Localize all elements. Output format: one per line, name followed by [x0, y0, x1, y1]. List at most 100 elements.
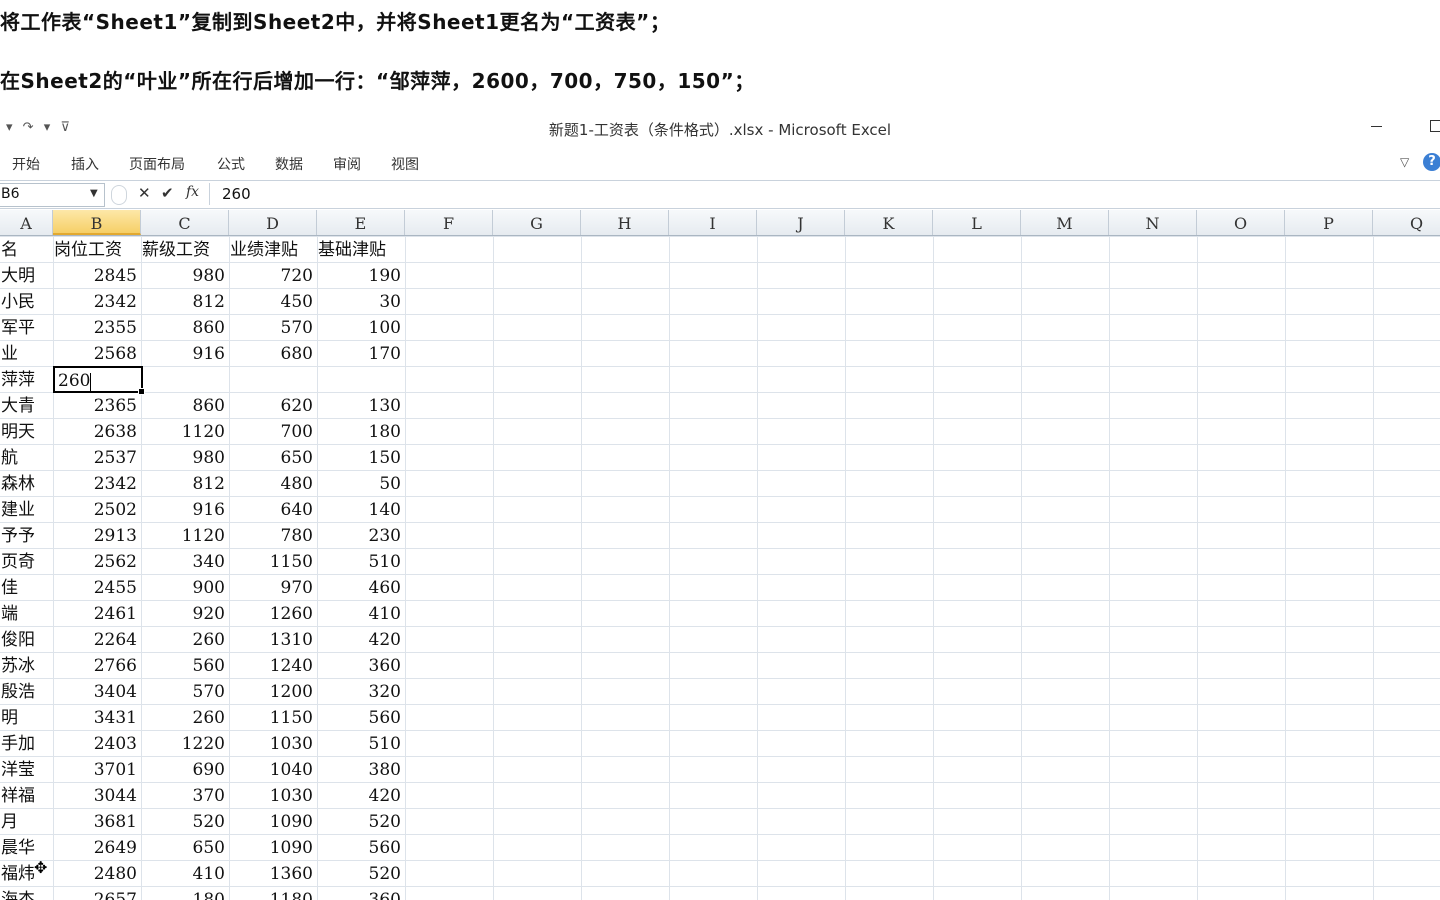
- cell-c-17[interactable]: 560: [141, 652, 229, 678]
- tab-insert[interactable]: 插入: [71, 154, 99, 174]
- cell-a-24[interactable]: 晨华: [0, 834, 53, 860]
- cell-b-13[interactable]: 2562: [53, 548, 141, 574]
- cell-b-10[interactable]: 2342: [53, 470, 141, 496]
- cell-a-15[interactable]: 端: [0, 600, 53, 626]
- cell-e-13[interactable]: 510: [317, 548, 405, 574]
- cell-a-12[interactable]: 予予: [0, 522, 53, 548]
- cell-b-5[interactable]: 2568: [53, 340, 141, 366]
- cell-d-1[interactable]: 业绩津贴: [229, 236, 317, 262]
- cell-e-14[interactable]: 460: [317, 574, 405, 600]
- column-header-l[interactable]: L: [933, 210, 1021, 235]
- cell-e-10[interactable]: 50: [317, 470, 405, 496]
- cell-a-14[interactable]: 佳: [0, 574, 53, 600]
- cell-a-23[interactable]: 月: [0, 808, 53, 834]
- cell-d-16[interactable]: 1310: [229, 626, 317, 652]
- cell-b-22[interactable]: 3044: [53, 782, 141, 808]
- cell-a-8[interactable]: 明天: [0, 418, 53, 444]
- column-header-p[interactable]: P: [1285, 210, 1373, 235]
- cell-a-2[interactable]: 大明: [0, 262, 53, 288]
- cell-b-15[interactable]: 2461: [53, 600, 141, 626]
- cell-d-17[interactable]: 1240: [229, 652, 317, 678]
- column-header-d[interactable]: D: [229, 210, 317, 235]
- column-header-m[interactable]: M: [1021, 210, 1109, 235]
- cell-b-26[interactable]: 2657: [53, 886, 141, 900]
- cell-b-16[interactable]: 2264: [53, 626, 141, 652]
- cell-c-13[interactable]: 340: [141, 548, 229, 574]
- cell-b-12[interactable]: 2913: [53, 522, 141, 548]
- cell-e-19[interactable]: 560: [317, 704, 405, 730]
- spreadsheet-grid[interactable]: 名岗位工资 薪级工资 业绩津贴 基础津贴 大明 2845 980 720 190 小民 2342 81…: [0, 236, 1440, 900]
- name-box[interactable]: B6 ▼: [0, 183, 105, 207]
- cell-a-3[interactable]: 小民: [0, 288, 53, 314]
- cell-a-7[interactable]: 大青: [0, 392, 53, 418]
- cell-c-23[interactable]: 520: [141, 808, 229, 834]
- help-icon[interactable]: ?: [1423, 153, 1440, 171]
- cell-b-11[interactable]: 2502: [53, 496, 141, 522]
- enter-check-icon[interactable]: ✔: [161, 184, 174, 202]
- cell-d-21[interactable]: 1040: [229, 756, 317, 782]
- active-cell[interactable]: 260: [53, 366, 145, 395]
- column-header-k[interactable]: K: [845, 210, 933, 235]
- minimize-button[interactable]: [1366, 112, 1388, 142]
- cell-b-2[interactable]: 2845: [53, 262, 141, 288]
- cell-d-12[interactable]: 780: [229, 522, 317, 548]
- cell-a-19[interactable]: 明: [0, 704, 53, 730]
- cell-d-22[interactable]: 1030: [229, 782, 317, 808]
- cell-c-20[interactable]: 1220: [141, 730, 229, 756]
- column-header-h[interactable]: H: [581, 210, 669, 235]
- cell-c-25[interactable]: 410: [141, 860, 229, 886]
- cell-b-17[interactable]: 2766: [53, 652, 141, 678]
- ribbon-collapse-icon[interactable]: ▽: [1400, 155, 1409, 169]
- cell-e-15[interactable]: 410: [317, 600, 405, 626]
- cell-e-26[interactable]: 360: [317, 886, 405, 900]
- cell-b-21[interactable]: 3701: [53, 756, 141, 782]
- cell-e-25[interactable]: 520: [317, 860, 405, 886]
- cell-e-4[interactable]: 100: [317, 314, 405, 340]
- cell-c-18[interactable]: 570: [141, 678, 229, 704]
- tab-view[interactable]: 视图: [391, 154, 419, 174]
- cell-b-24[interactable]: 2649: [53, 834, 141, 860]
- cell-d-11[interactable]: 640: [229, 496, 317, 522]
- tab-data[interactable]: 数据: [275, 154, 303, 174]
- cell-b-9[interactable]: 2537: [53, 444, 141, 470]
- cell-c-3[interactable]: 812: [141, 288, 229, 314]
- cell-d-6[interactable]: [229, 366, 317, 392]
- column-header-o[interactable]: O: [1197, 210, 1285, 235]
- cell-c-19[interactable]: 260: [141, 704, 229, 730]
- cell-a-5[interactable]: 业: [0, 340, 53, 366]
- cell-c-12[interactable]: 1120: [141, 522, 229, 548]
- cell-d-4[interactable]: 570: [229, 314, 317, 340]
- cell-b-23[interactable]: 3681: [53, 808, 141, 834]
- cell-a-1[interactable]: 名: [0, 236, 53, 262]
- cell-c-24[interactable]: 650: [141, 834, 229, 860]
- cancel-icon[interactable]: ✕: [138, 184, 151, 202]
- cell-d-19[interactable]: 1150: [229, 704, 317, 730]
- column-header-i[interactable]: I: [669, 210, 757, 235]
- cell-c-5[interactable]: 916: [141, 340, 229, 366]
- cell-b-4[interactable]: 2355: [53, 314, 141, 340]
- cell-b-3[interactable]: 2342: [53, 288, 141, 314]
- column-header-f[interactable]: F: [405, 210, 493, 235]
- column-header-e[interactable]: E: [317, 210, 405, 235]
- cell-e-20[interactable]: 510: [317, 730, 405, 756]
- cell-d-7[interactable]: 620: [229, 392, 317, 418]
- cell-c-9[interactable]: 980: [141, 444, 229, 470]
- cell-a-18[interactable]: 殷浩: [0, 678, 53, 704]
- cell-e-22[interactable]: 420: [317, 782, 405, 808]
- cell-e-24[interactable]: 560: [317, 834, 405, 860]
- tab-page-layout[interactable]: 页面布局: [129, 154, 185, 174]
- column-header-b[interactable]: B: [53, 210, 141, 235]
- cell-b-25[interactable]: 2480: [53, 860, 141, 886]
- cell-a-17[interactable]: 苏冰: [0, 652, 53, 678]
- cell-e-7[interactable]: 130: [317, 392, 405, 418]
- cell-b-1[interactable]: 岗位工资: [53, 236, 141, 262]
- column-header-a[interactable]: A: [0, 210, 53, 235]
- cell-a-22[interactable]: 祥福: [0, 782, 53, 808]
- cell-e-11[interactable]: 140: [317, 496, 405, 522]
- cell-a-9[interactable]: 航: [0, 444, 53, 470]
- cell-c-14[interactable]: 900: [141, 574, 229, 600]
- cell-b-7[interactable]: 2365: [53, 392, 141, 418]
- cell-a-21[interactable]: 洋莹: [0, 756, 53, 782]
- cell-d-10[interactable]: 480: [229, 470, 317, 496]
- cell-e-17[interactable]: 360: [317, 652, 405, 678]
